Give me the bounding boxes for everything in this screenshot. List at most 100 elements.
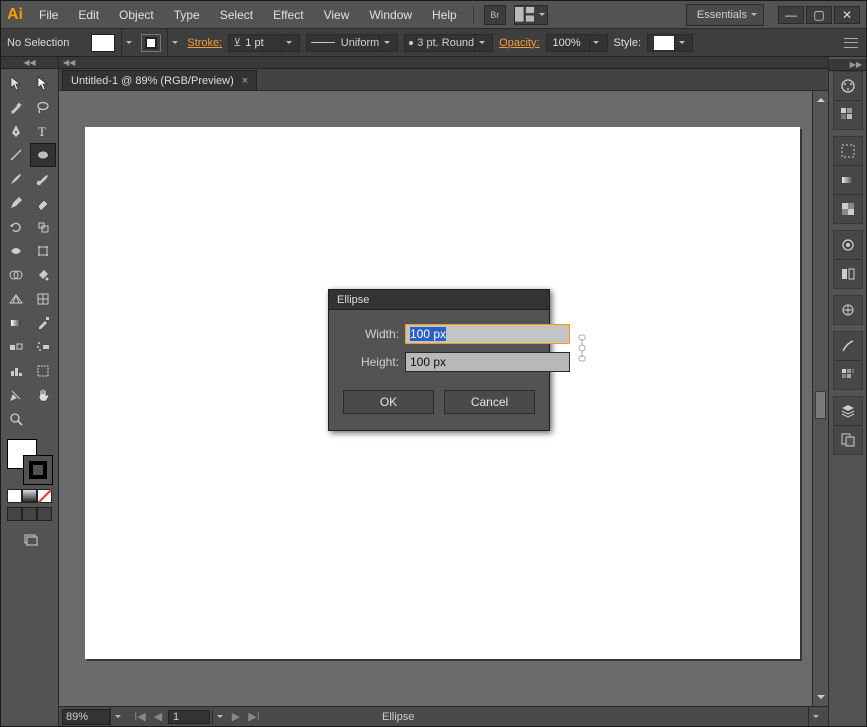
menu-help[interactable]: Help <box>422 1 467 28</box>
blob-brush-tool[interactable] <box>30 167 56 191</box>
brush-dropdown[interactable] <box>474 35 488 51</box>
gradient-panel-button[interactable] <box>834 166 862 194</box>
graphic-style[interactable] <box>647 34 693 52</box>
arrange-documents-button[interactable] <box>514 5 548 25</box>
layers-panel-button[interactable] <box>834 397 862 425</box>
close-tab-icon[interactable]: × <box>242 75 248 87</box>
symbols-panel-button[interactable] <box>834 296 862 324</box>
scroll-up-icon[interactable] <box>813 91 828 105</box>
style-dropdown[interactable] <box>674 35 688 51</box>
width-tool[interactable] <box>3 239 29 263</box>
ok-button[interactable]: OK <box>343 390 434 414</box>
stroke-weight-field[interactable]: ⊻ <box>228 34 300 52</box>
opacity-field[interactable] <box>546 34 608 52</box>
workspace-switcher[interactable]: Essentials <box>686 4 764 26</box>
free-transform-tool[interactable] <box>30 239 56 263</box>
fill-swatch[interactable] <box>91 34 115 52</box>
expand-panels-left-icon[interactable]: ◀◀ <box>59 57 828 69</box>
last-artboard-button[interactable]: ▶I <box>246 710 262 724</box>
ellipse-tool[interactable] <box>30 143 56 167</box>
none-mode-button[interactable] <box>37 489 52 503</box>
vertical-scrollbar[interactable] <box>812 91 828 706</box>
draw-behind-button[interactable] <box>22 507 37 521</box>
document-tab[interactable]: Untitled-1 @ 89% (RGB/Preview) × <box>62 70 257 90</box>
expand-panels-right-icon[interactable]: ▶▶ <box>829 59 866 71</box>
column-graph-tool[interactable] <box>3 359 29 383</box>
stroke-swatch-dropdown[interactable] <box>167 29 181 56</box>
blend-tool[interactable] <box>3 335 29 359</box>
prev-artboard-button[interactable]: ◀ <box>150 710 166 724</box>
gradient-tool[interactable] <box>3 311 29 335</box>
first-artboard-button[interactable]: I◀ <box>132 710 148 724</box>
stroke-color-swatch[interactable] <box>23 455 53 485</box>
minimize-button[interactable]: — <box>778 6 804 24</box>
rotate-tool[interactable] <box>3 215 29 239</box>
menu-select[interactable]: Select <box>210 1 263 28</box>
color-panel-button[interactable] <box>834 72 862 100</box>
eyedropper-tool[interactable] <box>30 311 56 335</box>
tools-collapse-icon[interactable]: ◀◀ <box>1 57 58 69</box>
artboard-number-field[interactable]: 1 <box>168 710 210 724</box>
brushes-panel-button[interactable] <box>834 332 862 360</box>
magic-wand-tool[interactable] <box>3 95 29 119</box>
menu-edit[interactable]: Edit <box>68 1 109 28</box>
control-bar-menu-icon[interactable] <box>842 35 860 51</box>
perspective-grid-tool[interactable] <box>3 287 29 311</box>
shape-builder-tool[interactable] <box>3 263 29 287</box>
live-paint-bucket-tool[interactable] <box>30 263 56 287</box>
menu-view[interactable]: View <box>314 1 360 28</box>
line-segment-tool[interactable] <box>3 143 29 167</box>
zoom-tool[interactable] <box>3 407 29 431</box>
artboard-tool[interactable] <box>30 359 56 383</box>
close-button[interactable]: ✕ <box>834 6 860 24</box>
artboard-dropdown[interactable] <box>212 710 226 724</box>
pen-tool[interactable] <box>3 119 29 143</box>
width-input[interactable] <box>405 324 570 344</box>
opacity-dropdown[interactable] <box>589 35 603 51</box>
swatches-panel-button[interactable] <box>834 361 862 389</box>
zoom-level-field[interactable]: 89% <box>62 709 110 725</box>
screen-mode-button[interactable] <box>17 527 43 551</box>
scale-tool[interactable] <box>30 215 56 239</box>
stroke-panel-button[interactable] <box>834 137 862 165</box>
status-menu-icon[interactable] <box>808 707 822 726</box>
stroke-profile-dropdown[interactable] <box>379 35 393 51</box>
eraser-tool[interactable] <box>30 191 56 215</box>
color-guide-panel-button[interactable] <box>834 101 862 129</box>
artboards-panel-button[interactable] <box>834 426 862 454</box>
pencil-tool[interactable] <box>3 191 29 215</box>
fill-dropdown[interactable] <box>121 29 135 56</box>
menu-effect[interactable]: Effect <box>263 1 313 28</box>
menu-object[interactable]: Object <box>109 1 164 28</box>
color-mode-button[interactable] <box>7 489 22 503</box>
lasso-tool[interactable] <box>30 95 56 119</box>
symbol-sprayer-tool[interactable] <box>30 335 56 359</box>
brush-definition[interactable]: 3 pt. Round <box>404 34 493 52</box>
paintbrush-tool[interactable] <box>3 167 29 191</box>
stroke-panel-link[interactable]: Stroke: <box>187 37 222 49</box>
draw-inside-button[interactable] <box>37 507 52 521</box>
stroke-profile[interactable]: Uniform <box>306 34 398 52</box>
stroke-weight-dropdown[interactable] <box>281 35 295 51</box>
stroke-weight-input[interactable] <box>243 36 281 50</box>
draw-normal-button[interactable] <box>7 507 22 521</box>
opacity-input[interactable] <box>551 36 589 50</box>
mesh-tool[interactable] <box>30 287 56 311</box>
menu-window[interactable]: Window <box>359 1 422 28</box>
slice-tool[interactable] <box>3 383 29 407</box>
menu-file[interactable]: File <box>29 1 68 28</box>
direct-selection-tool[interactable] <box>30 71 56 95</box>
selection-tool[interactable] <box>3 71 29 95</box>
maximize-button[interactable]: ▢ <box>806 6 832 24</box>
appearance-panel-button[interactable] <box>834 231 862 259</box>
transparency-panel-button[interactable] <box>834 195 862 223</box>
height-input[interactable] <box>405 352 570 372</box>
zoom-dropdown[interactable] <box>110 707 124 726</box>
next-artboard-button[interactable]: ▶ <box>228 710 244 724</box>
cancel-button[interactable]: Cancel <box>444 390 535 414</box>
scroll-down-icon[interactable] <box>813 692 828 706</box>
type-tool[interactable]: T <box>30 119 56 143</box>
dialog-title[interactable]: Ellipse <box>329 290 549 310</box>
scrollbar-thumb[interactable] <box>815 391 826 419</box>
gradient-mode-button[interactable] <box>22 489 37 503</box>
